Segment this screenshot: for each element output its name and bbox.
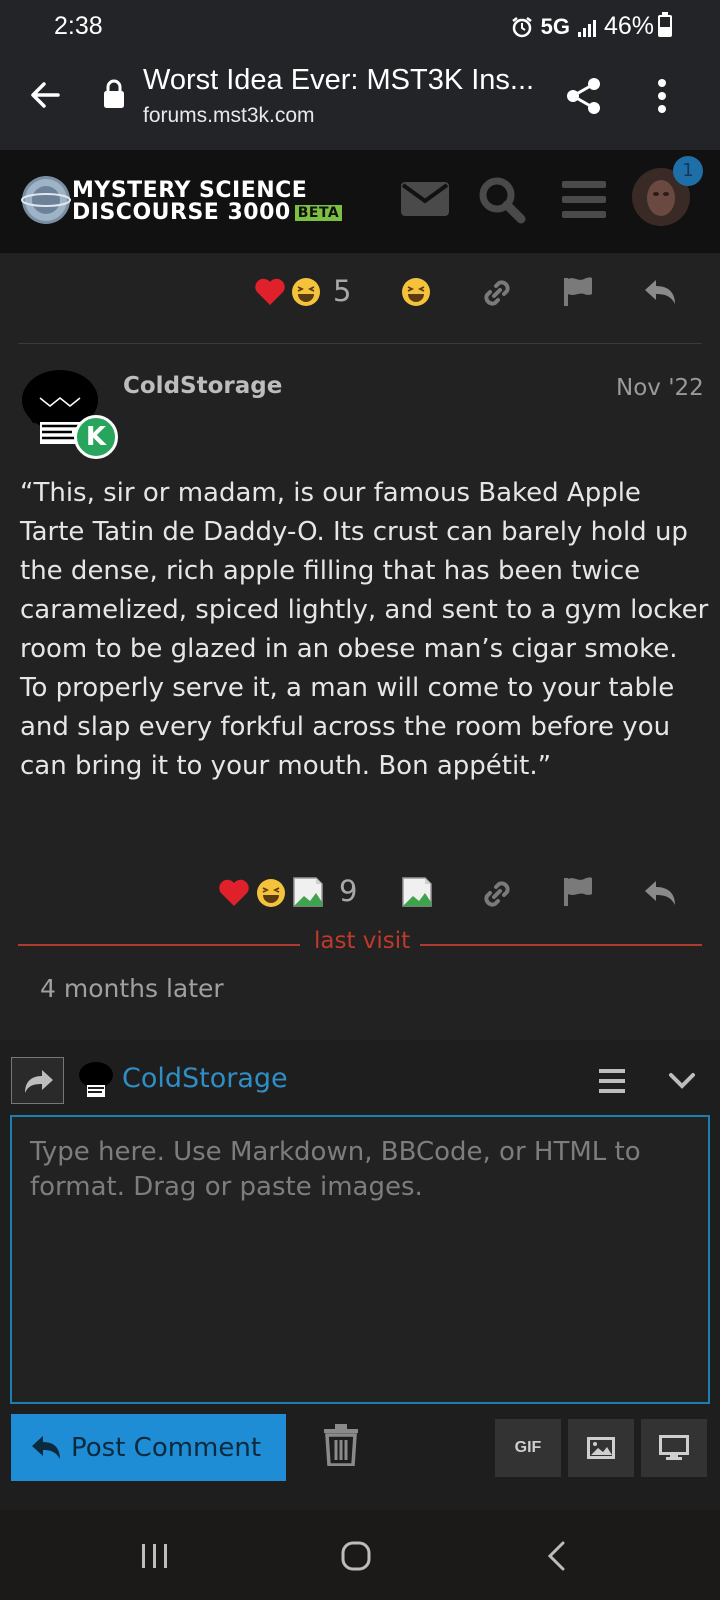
link-icon[interactable] — [481, 878, 513, 910]
upload-image-button[interactable] — [568, 1419, 634, 1477]
image-icon — [587, 1437, 615, 1459]
post-username[interactable]: ColdStorage — [123, 373, 282, 399]
post-body: “This, sir or madam, is our famous Baked… — [20, 478, 709, 781]
hamburger-menu-icon[interactable] — [562, 181, 606, 219]
broken-image-icon[interactable] — [292, 876, 324, 908]
reply-textarea[interactable] — [12, 1117, 708, 1402]
heart-reaction-icon[interactable] — [254, 278, 286, 306]
laughing-reaction-icon[interactable] — [256, 878, 286, 908]
toolbar-toggle-icon[interactable] — [599, 1069, 625, 1093]
last-visit-line-left — [18, 944, 300, 946]
search-icon[interactable] — [477, 175, 527, 225]
post-date[interactable]: Nov '22 — [616, 375, 704, 401]
page-title[interactable]: Worst Idea Ever: MST3K Ins... — [143, 64, 534, 97]
recent-apps-icon[interactable] — [140, 1542, 170, 1570]
reply-icon — [32, 1436, 60, 1459]
home-icon[interactable] — [340, 1540, 372, 1572]
back-arrow-icon[interactable] — [28, 78, 62, 112]
share-icon[interactable] — [565, 76, 603, 116]
page-url[interactable]: forums.mst3k.com — [143, 104, 315, 128]
system-nav-bar — [0, 1510, 720, 1600]
post-comment-button[interactable]: Post Comment — [11, 1414, 286, 1481]
heart-reaction-icon[interactable] — [218, 879, 250, 907]
add-reaction-icon[interactable] — [401, 277, 431, 307]
share-arrow-icon — [25, 1070, 53, 1093]
status-right: 5G 46% — [511, 12, 654, 41]
last-visit-line-right — [420, 944, 702, 946]
network-type: 5G — [540, 13, 570, 39]
back-icon[interactable] — [547, 1541, 567, 1571]
flag-icon[interactable] — [562, 276, 594, 308]
status-time: 2:38 — [54, 12, 103, 40]
logo-line-2: DISCOURSE 3000 BETA — [72, 200, 343, 225]
post-divider — [18, 343, 702, 344]
lock-icon — [104, 79, 124, 108]
more-vertical-icon[interactable] — [657, 78, 667, 114]
logo-line-1: MYSTERY SCIENCE — [72, 178, 308, 203]
alarm-icon — [511, 16, 532, 37]
gif-button[interactable]: GIF — [495, 1419, 561, 1477]
desktop-icon — [659, 1435, 689, 1460]
logo-line-2-text: DISCOURSE 3000 — [72, 200, 291, 225]
battery-percent: 46% — [603, 12, 654, 40]
notification-badge[interactable]: 1 — [673, 156, 703, 186]
beta-badge: BETA — [294, 205, 343, 221]
signal-icon — [577, 17, 596, 37]
trash-icon[interactable] — [323, 1424, 359, 1466]
battery-icon — [658, 12, 672, 37]
reply-icon[interactable] — [643, 278, 677, 306]
reaction-count: 5 — [333, 274, 352, 308]
laughing-reaction-icon[interactable] — [291, 277, 321, 307]
composer-editor[interactable] — [10, 1115, 710, 1404]
envelope-icon[interactable] — [400, 181, 450, 217]
preview-toggle-button[interactable] — [641, 1419, 707, 1477]
reaction-count: 9 — [339, 874, 358, 908]
site-logo[interactable] — [20, 174, 72, 226]
last-visit-label: last visit — [314, 928, 411, 954]
reply-type-button[interactable] — [11, 1057, 64, 1104]
reply-icon[interactable] — [643, 879, 677, 907]
time-gap-label: 4 months later — [40, 974, 224, 1003]
link-icon[interactable] — [481, 277, 513, 309]
composer-avatar — [79, 1062, 113, 1097]
post-comment-label: Post Comment — [71, 1432, 262, 1463]
flag-icon[interactable] — [562, 876, 594, 908]
broken-image-icon[interactable] — [401, 876, 433, 908]
site-name[interactable]: MYSTERY SCIENCE DISCOURSE 3000 BETA — [72, 178, 343, 225]
status-bar: 2:38 5G 46% — [0, 0, 720, 50]
browser-toolbar: Worst Idea Ever: MST3K Ins... forums.mst… — [0, 50, 720, 150]
composer-username[interactable]: ColdStorage — [122, 1063, 288, 1094]
chevron-down-icon[interactable] — [668, 1072, 696, 1090]
site-header: MYSTERY SCIENCE DISCOURSE 3000 BETA — [0, 150, 720, 253]
user-badge: K — [74, 415, 118, 459]
